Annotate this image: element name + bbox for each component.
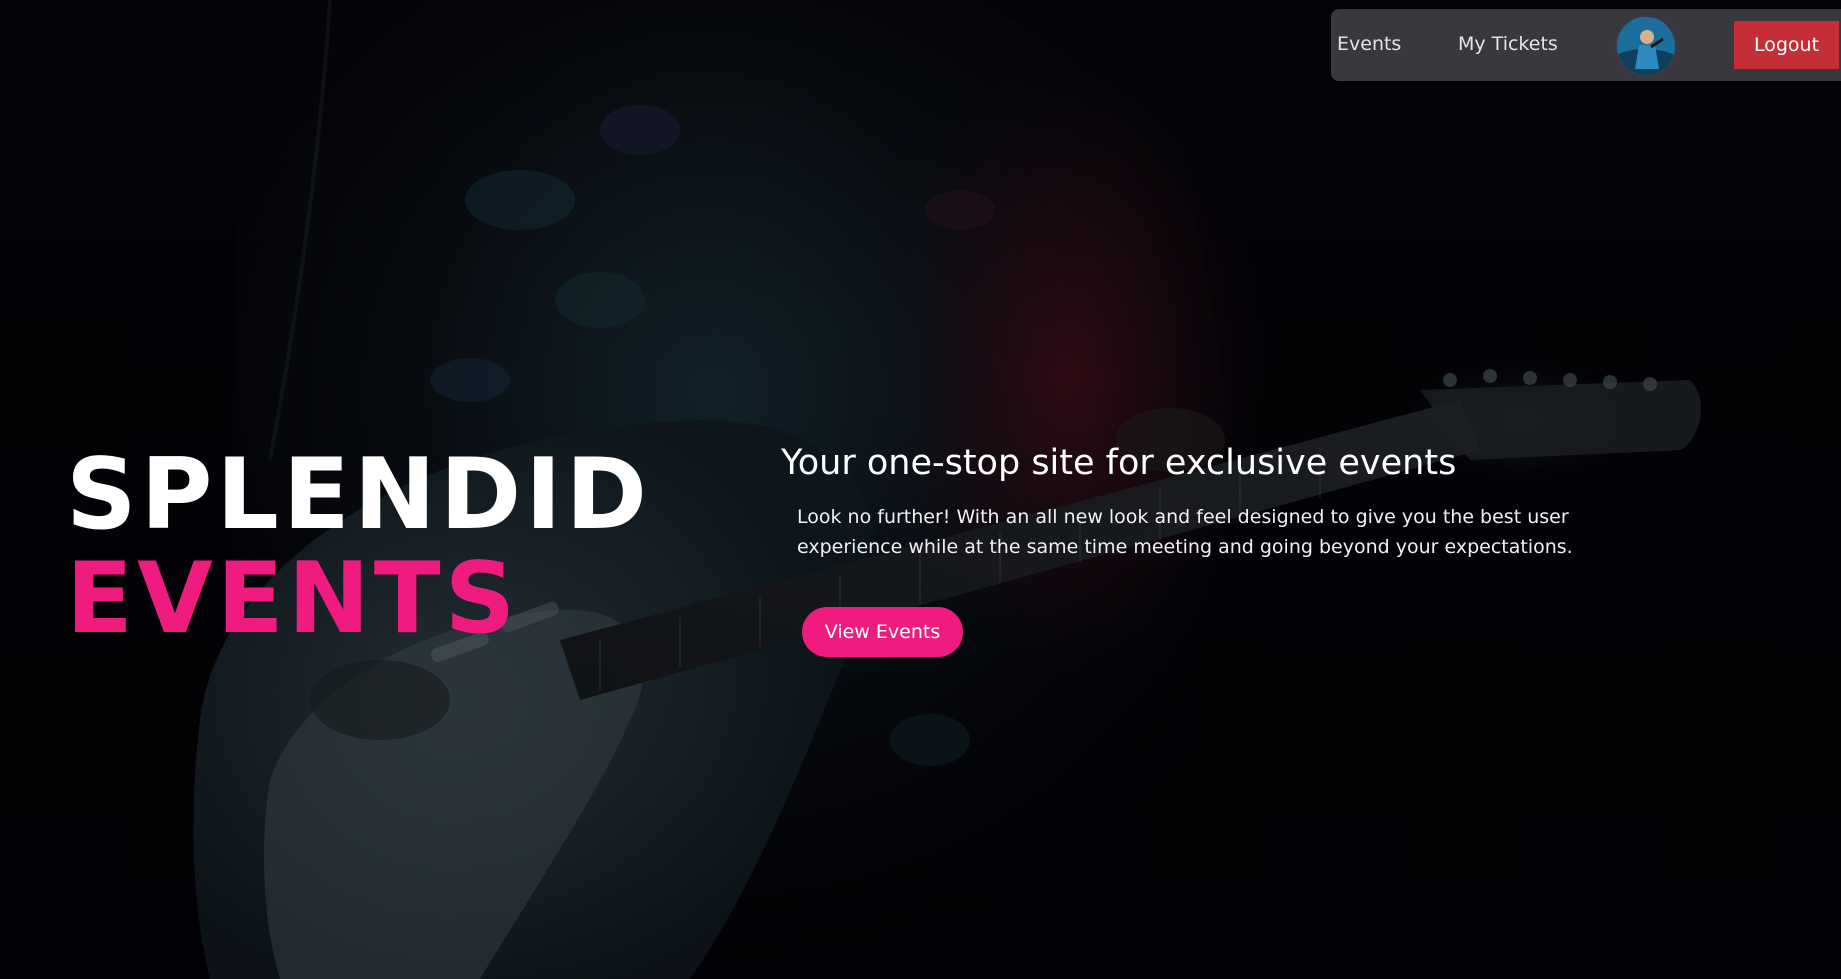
brand-title-line-2: EVENTS bbox=[66, 542, 520, 656]
nav-events-link[interactable]: Events bbox=[1337, 33, 1401, 55]
top-navigation: Events My Tickets Logout bbox=[1331, 9, 1841, 81]
nav-my-tickets-link[interactable]: My Tickets bbox=[1458, 33, 1558, 55]
user-avatar-icon[interactable] bbox=[1615, 15, 1677, 77]
view-events-button[interactable]: View Events bbox=[802, 607, 963, 657]
brand-title: SPLENDID EVENTS bbox=[66, 446, 651, 648]
hero-tagline: Your one-stop site for exclusive events bbox=[781, 443, 1457, 483]
page: Events My Tickets Logout SPLENDID EVENTS… bbox=[0, 0, 1841, 979]
avatar-image bbox=[1617, 17, 1675, 75]
hero-description: Look no further! With an all new look an… bbox=[797, 506, 1573, 558]
logout-button[interactable]: Logout bbox=[1734, 21, 1839, 69]
brand-title-line-1: SPLENDID bbox=[66, 438, 651, 552]
